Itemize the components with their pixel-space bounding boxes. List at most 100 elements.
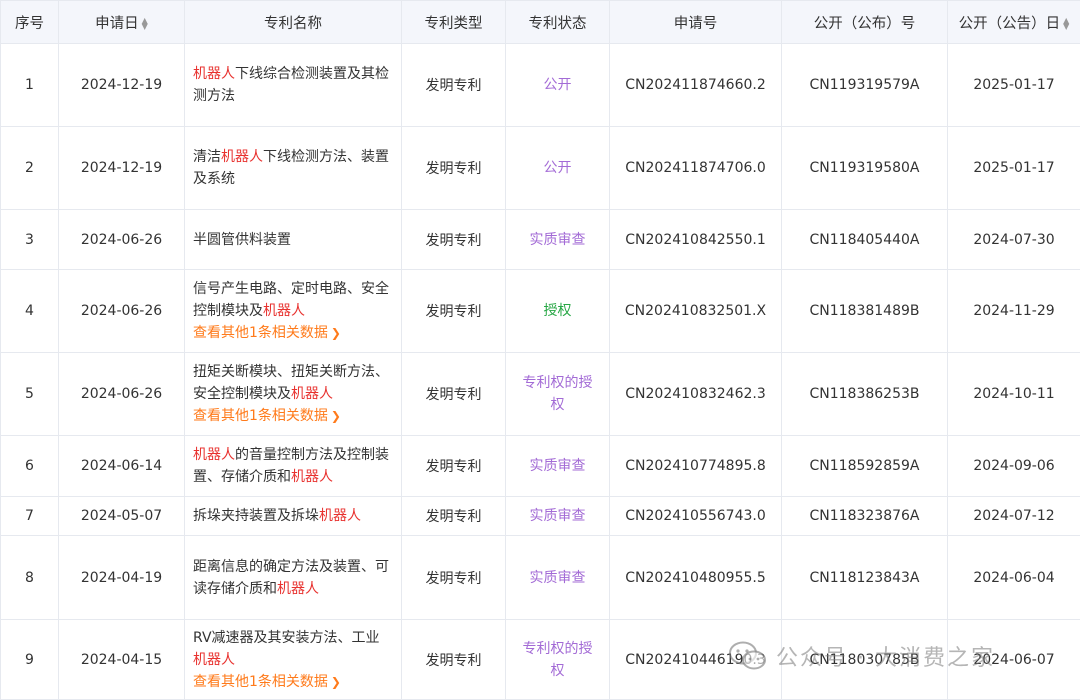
status-badge: 实质审查 <box>530 455 586 477</box>
cell-pub-date: 2024-10-11 <box>948 353 1080 436</box>
cell-apply-date: 2024-06-26 <box>59 270 185 353</box>
view-more-link[interactable]: 查看其他1条相关数据❯ <box>193 671 391 693</box>
cell-status: 专利权的授权 <box>506 353 610 436</box>
keyword-highlight: 机器人 <box>319 508 361 524</box>
chevron-right-icon: ❯ <box>331 671 341 693</box>
cell-pub-date: 2024-11-29 <box>948 270 1080 353</box>
table-row: 3 2024-06-26 半圆管供料装置 发明专利 实质审查 CN2024108… <box>1 210 1080 270</box>
sort-icon[interactable]: ▲▼ <box>142 18 148 30</box>
cell-patent-name: 拆垛夹持装置及拆垛机器人 <box>185 497 402 536</box>
col-pub-date-header[interactable]: 公开（公告）日▲▼ <box>948 1 1080 44</box>
table-row: 8 2024-04-19 距离信息的确定方法及装置、可读存储介质和机器人 发明专… <box>1 536 1080 620</box>
keyword-highlight: 机器人 <box>221 149 263 165</box>
keyword-highlight: 机器人 <box>291 386 333 402</box>
keyword-highlight: 机器人 <box>193 66 235 82</box>
cell-index: 9 <box>1 620 59 700</box>
table-row: 7 2024-05-07 拆垛夹持装置及拆垛机器人 发明专利 实质审查 CN20… <box>1 497 1080 536</box>
cell-status: 公开 <box>506 44 610 127</box>
keyword-highlight: 机器人 <box>193 447 235 463</box>
cell-patent-name: RV减速器及其安装方法、工业机器人查看其他1条相关数据❯ <box>185 620 402 700</box>
status-badge: 实质审查 <box>530 567 586 589</box>
col-name-header: 专利名称 <box>185 1 402 44</box>
cell-pub-no: CN118405440A <box>782 210 948 270</box>
table-row: 4 2024-06-26 信号产生电路、定时电路、安全控制模块及机器人查看其他1… <box>1 270 1080 353</box>
cell-pub-date: 2025-01-17 <box>948 44 1080 127</box>
cell-pub-no: CN118123843A <box>782 536 948 620</box>
cell-status: 专利权的授权 <box>506 620 610 700</box>
cell-apply-no: CN202410480955.5 <box>610 536 782 620</box>
cell-pub-no: CN118592859A <box>782 436 948 497</box>
cell-index: 7 <box>1 497 59 536</box>
sort-icon[interactable]: ▲▼ <box>1063 18 1069 30</box>
cell-type: 发明专利 <box>402 497 506 536</box>
cell-apply-no: CN202410842550.1 <box>610 210 782 270</box>
cell-patent-name: 机器人的音量控制方法及控制装置、存储介质和机器人 <box>185 436 402 497</box>
cell-pub-date: 2024-09-06 <box>948 436 1080 497</box>
cell-apply-no: CN202410446190.3 <box>610 620 782 700</box>
cell-status: 实质审查 <box>506 497 610 536</box>
cell-index: 4 <box>1 270 59 353</box>
cell-status: 实质审查 <box>506 536 610 620</box>
cell-apply-date: 2024-12-19 <box>59 127 185 210</box>
cell-status: 授权 <box>506 270 610 353</box>
view-more-link[interactable]: 查看其他1条相关数据❯ <box>193 405 391 427</box>
status-badge: 专利权的授权 <box>518 638 598 682</box>
table-body: 1 2024-12-19 机器人下线综合检测装置及其检测方法 发明专利 公开 C… <box>1 44 1080 700</box>
cell-index: 8 <box>1 536 59 620</box>
status-badge: 实质审查 <box>530 229 586 251</box>
cell-patent-name: 扭矩关断模块、扭矩关断方法、安全控制模块及机器人查看其他1条相关数据❯ <box>185 353 402 436</box>
cell-patent-name: 距离信息的确定方法及装置、可读存储介质和机器人 <box>185 536 402 620</box>
table-row: 2 2024-12-19 清洁机器人下线检测方法、装置及系统 发明专利 公开 C… <box>1 127 1080 210</box>
cell-apply-date: 2024-06-26 <box>59 353 185 436</box>
col-type-header: 专利类型 <box>402 1 506 44</box>
cell-patent-name: 机器人下线综合检测装置及其检测方法 <box>185 44 402 127</box>
col-index-header: 序号 <box>1 1 59 44</box>
cell-apply-date: 2024-12-19 <box>59 44 185 127</box>
cell-pub-no: CN119319580A <box>782 127 948 210</box>
cell-type: 发明专利 <box>402 127 506 210</box>
status-badge: 授权 <box>544 300 572 322</box>
cell-apply-no: CN202410774895.8 <box>610 436 782 497</box>
cell-apply-no: CN202410556743.0 <box>610 497 782 536</box>
cell-apply-date: 2024-06-26 <box>59 210 185 270</box>
cell-apply-date: 2024-04-19 <box>59 536 185 620</box>
cell-status: 实质审查 <box>506 210 610 270</box>
table-header-row: 序号 申请日▲▼ 专利名称 专利类型 专利状态 申请号 公开（公布）号 公开（公… <box>1 1 1080 44</box>
chevron-right-icon: ❯ <box>331 322 341 344</box>
cell-pub-date: 2024-07-12 <box>948 497 1080 536</box>
cell-apply-no: CN202411874706.0 <box>610 127 782 210</box>
col-apply-no-header: 申请号 <box>610 1 782 44</box>
cell-pub-no: CN118030785B <box>782 620 948 700</box>
cell-type: 发明专利 <box>402 270 506 353</box>
cell-index: 6 <box>1 436 59 497</box>
chevron-right-icon: ❯ <box>331 405 341 427</box>
view-more-link[interactable]: 查看其他1条相关数据❯ <box>193 322 391 344</box>
cell-pub-date: 2024-07-30 <box>948 210 1080 270</box>
cell-pub-date: 2025-01-17 <box>948 127 1080 210</box>
cell-pub-no: CN118381489B <box>782 270 948 353</box>
cell-patent-name: 清洁机器人下线检测方法、装置及系统 <box>185 127 402 210</box>
cell-apply-no: CN202410832501.X <box>610 270 782 353</box>
cell-type: 发明专利 <box>402 210 506 270</box>
cell-apply-date: 2024-04-15 <box>59 620 185 700</box>
col-pub-no-header: 公开（公布）号 <box>782 1 948 44</box>
cell-apply-date: 2024-05-07 <box>59 497 185 536</box>
keyword-highlight: 机器人 <box>263 303 305 319</box>
table-row: 9 2024-04-15 RV减速器及其安装方法、工业机器人查看其他1条相关数据… <box>1 620 1080 700</box>
cell-pub-no: CN119319579A <box>782 44 948 127</box>
cell-index: 3 <box>1 210 59 270</box>
cell-type: 发明专利 <box>402 620 506 700</box>
status-badge: 公开 <box>544 74 572 96</box>
cell-status: 实质审查 <box>506 436 610 497</box>
status-badge: 专利权的授权 <box>518 372 598 416</box>
cell-pub-date: 2024-06-07 <box>948 620 1080 700</box>
cell-type: 发明专利 <box>402 44 506 127</box>
cell-type: 发明专利 <box>402 436 506 497</box>
keyword-highlight: 机器人 <box>277 581 319 597</box>
col-status-header: 专利状态 <box>506 1 610 44</box>
keyword-highlight: 机器人 <box>193 652 235 668</box>
patent-table: 序号 申请日▲▼ 专利名称 专利类型 专利状态 申请号 公开（公布）号 公开（公… <box>0 0 1080 700</box>
col-apply-date-header[interactable]: 申请日▲▼ <box>59 1 185 44</box>
table-row: 6 2024-06-14 机器人的音量控制方法及控制装置、存储介质和机器人 发明… <box>1 436 1080 497</box>
keyword-highlight: 机器人 <box>291 469 333 485</box>
